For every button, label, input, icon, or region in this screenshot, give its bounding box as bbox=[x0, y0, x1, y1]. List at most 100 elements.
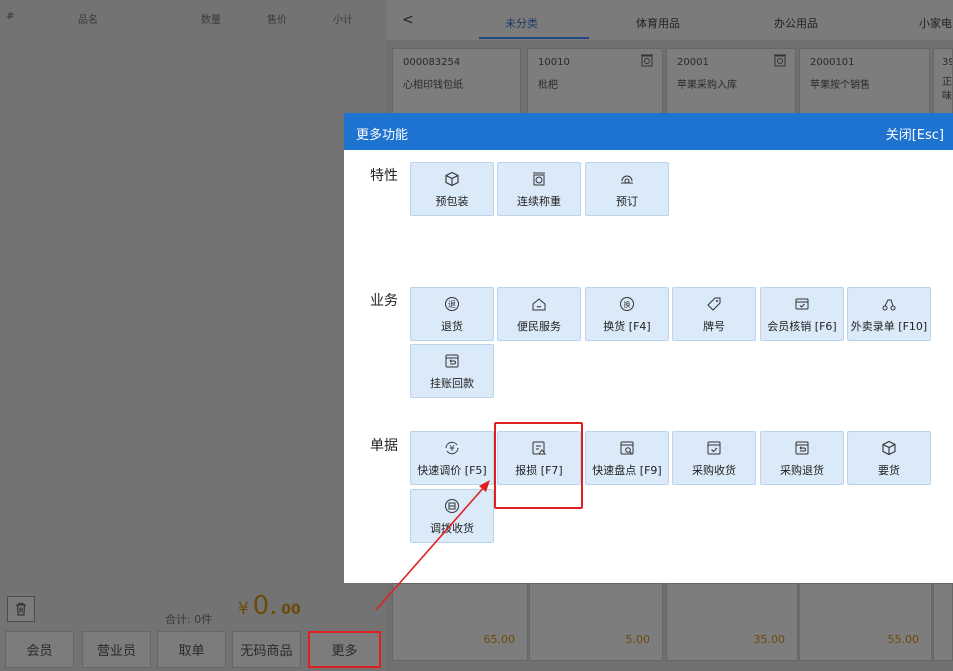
product-code: 20001 bbox=[677, 57, 709, 68]
product-name: 苹果采购入库 bbox=[677, 80, 737, 91]
button-label: 采购退货 bbox=[780, 464, 824, 477]
tab-office[interactable]: 办公用品 bbox=[774, 15, 818, 31]
product-price: 65.00 bbox=[483, 633, 516, 646]
clock-icon bbox=[618, 170, 636, 188]
home-icon bbox=[530, 295, 548, 313]
cashier-button[interactable]: 营业员 bbox=[82, 631, 151, 668]
section-label-features: 特性 bbox=[370, 168, 398, 184]
product-code: 000083254 bbox=[403, 57, 461, 68]
request-goods-button[interactable]: 要货 bbox=[847, 431, 931, 485]
scale-icon bbox=[530, 170, 548, 188]
active-tab-indicator bbox=[479, 37, 589, 39]
svg-text:¥: ¥ bbox=[449, 444, 454, 453]
total-count: 合计: 0件 bbox=[165, 613, 213, 626]
product-name: 正 味 bbox=[942, 77, 952, 102]
convenience-service-button[interactable]: 便民服务 bbox=[497, 287, 581, 341]
damage-report-button[interactable]: 报损 [F7] bbox=[497, 431, 581, 485]
button-label: 会员核销 [F6] bbox=[767, 320, 837, 333]
yen-cycle-icon: ¥ bbox=[443, 439, 461, 457]
scale-icon bbox=[773, 53, 787, 71]
product-card[interactable]: 55.00 bbox=[799, 583, 932, 661]
tag-number-button[interactable]: 牌号 bbox=[672, 287, 756, 341]
product-card[interactable]: 39 正 味 bbox=[933, 48, 953, 114]
more-functions-dialog: 更多功能 关闭[Esc] 特性 预包装 连续称重 预订 业务 退 退货 便民服务… bbox=[344, 113, 953, 583]
col-name: 品名 bbox=[78, 15, 98, 26]
scale-icon bbox=[640, 53, 654, 71]
button-label: 挂账回款 bbox=[430, 377, 474, 390]
product-price: 5.00 bbox=[625, 633, 651, 646]
product-card[interactable]: 65.00 bbox=[392, 583, 528, 661]
svg-text:换: 换 bbox=[624, 300, 631, 309]
exchange-icon: 换 bbox=[618, 295, 636, 313]
cube-icon bbox=[880, 439, 898, 457]
product-card[interactable]: 35.00 bbox=[666, 583, 798, 661]
col-price: 售价 bbox=[267, 15, 287, 26]
quick-inventory-button[interactable]: 快速盘点 [F9] bbox=[585, 431, 669, 485]
tab-sports[interactable]: 体育用品 bbox=[636, 15, 680, 31]
col-qty: 数量 bbox=[201, 15, 221, 26]
continuous-weighing-button[interactable]: 连续称重 bbox=[497, 162, 581, 216]
return-button[interactable]: 退 退货 bbox=[410, 287, 494, 341]
transfer-icon bbox=[443, 497, 461, 515]
product-card[interactable] bbox=[933, 583, 953, 661]
receipt-return-icon bbox=[443, 352, 461, 370]
product-code: 10010 bbox=[538, 57, 570, 68]
product-price: 55.00 bbox=[887, 633, 920, 646]
credit-repayment-button[interactable]: 挂账回款 bbox=[410, 344, 494, 398]
product-card[interactable]: 2000101 苹果按个销售 bbox=[799, 48, 930, 114]
close-button[interactable]: 关闭[Esc] bbox=[886, 124, 944, 143]
product-code: 39 bbox=[942, 57, 952, 68]
button-label: 外卖录单 [F10] bbox=[850, 320, 928, 333]
button-label: 快速调价 [F5] bbox=[417, 464, 487, 477]
button-label: 换货 [F4] bbox=[603, 320, 651, 333]
tab-appliances[interactable]: 小家电 bbox=[919, 15, 952, 31]
tab-uncategorized[interactable]: 未分类 bbox=[505, 15, 538, 31]
total-integer: 0. bbox=[252, 591, 278, 621]
exchange-button[interactable]: 换 换货 [F4] bbox=[585, 287, 669, 341]
inventory-search-icon bbox=[618, 439, 636, 457]
button-label: 采购收货 bbox=[692, 464, 736, 477]
button-label: 便民服务 bbox=[517, 320, 561, 333]
section-label-documents: 单据 bbox=[370, 438, 398, 454]
reservation-button[interactable]: 预订 bbox=[585, 162, 669, 216]
purchase-return-button[interactable]: 采购退货 bbox=[760, 431, 844, 485]
product-card[interactable]: 20001 苹果采购入库 bbox=[666, 48, 796, 114]
product-code: 2000101 bbox=[810, 57, 855, 68]
col-index: # bbox=[6, 11, 15, 22]
report-warning-icon bbox=[530, 439, 548, 457]
dialog-title: 更多功能 bbox=[356, 128, 409, 143]
currency-symbol: ¥ bbox=[238, 599, 249, 619]
retrieve-order-button[interactable]: 取单 bbox=[157, 631, 226, 668]
more-button[interactable]: 更多 bbox=[308, 631, 381, 668]
product-card[interactable]: 5.00 bbox=[529, 583, 663, 661]
member-button[interactable]: 会员 bbox=[5, 631, 74, 668]
product-price: 35.00 bbox=[753, 633, 786, 646]
card-check-icon bbox=[793, 295, 811, 313]
product-name: 苹果按个销售 bbox=[810, 80, 870, 91]
tag-icon bbox=[705, 295, 723, 313]
button-label: 牌号 bbox=[703, 320, 725, 333]
button-label: 预订 bbox=[616, 195, 638, 208]
delete-icon[interactable] bbox=[7, 596, 35, 622]
col-subtotal: 小计 bbox=[333, 15, 353, 26]
quick-price-adjust-button[interactable]: ¥ 快速调价 [F5] bbox=[410, 431, 494, 485]
dialog-header: 更多功能 关闭[Esc] bbox=[344, 113, 953, 150]
prepackaged-button[interactable]: 预包装 bbox=[410, 162, 494, 216]
product-card[interactable]: 10010 枇杷 bbox=[527, 48, 663, 114]
button-label: 退货 bbox=[441, 320, 463, 333]
category-tabs: < 未分类 体育用品 办公用品 小家电 bbox=[386, 0, 953, 40]
product-card[interactable]: 000083254 心相印钱包纸 bbox=[392, 48, 521, 114]
back-button[interactable]: < bbox=[402, 12, 414, 28]
takeout-entry-button[interactable]: 外卖录单 [F10] bbox=[847, 287, 931, 341]
svg-text:退: 退 bbox=[448, 300, 456, 309]
purchase-receive-button[interactable]: 采购收货 bbox=[672, 431, 756, 485]
button-label: 报损 [F7] bbox=[515, 464, 563, 477]
button-label: 要货 bbox=[878, 464, 900, 477]
button-label: 调拨收货 bbox=[430, 522, 474, 535]
button-label: 快速盘点 [F9] bbox=[592, 464, 662, 477]
box-check-icon bbox=[705, 439, 723, 457]
member-redeem-button[interactable]: 会员核销 [F6] bbox=[760, 287, 844, 341]
transfer-receive-button[interactable]: 调拨收货 bbox=[410, 489, 494, 543]
cart-header: # 品名 数量 售价 小计 bbox=[0, 0, 386, 34]
no-barcode-button[interactable]: 无码商品 bbox=[232, 631, 301, 668]
